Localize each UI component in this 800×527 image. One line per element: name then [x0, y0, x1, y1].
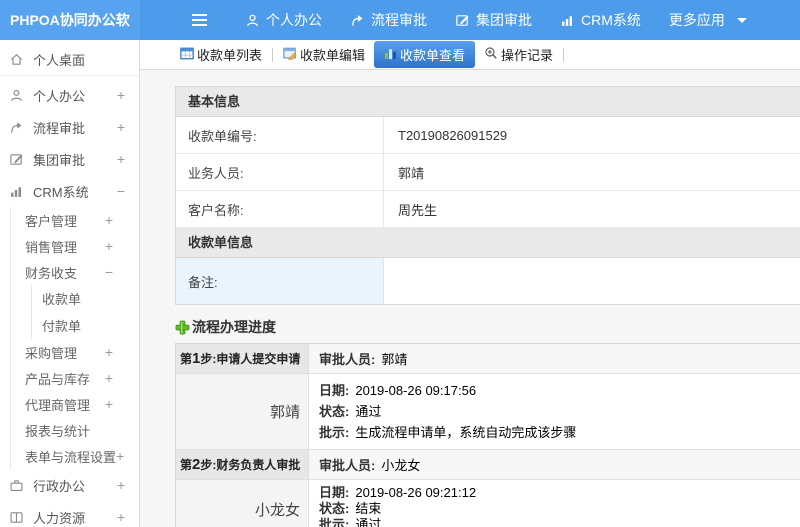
sidebar-item-product-inventory[interactable]: 产品与库存 +	[11, 365, 139, 391]
step-number: 1	[192, 350, 201, 367]
sidebar-item-workflow-approval[interactable]: 流程审批 +	[0, 111, 139, 143]
sidebar-item-payment[interactable]: 付款单	[32, 312, 139, 339]
tabbar: 收款单列表 收款单编辑 收款单查看 操作记录	[140, 40, 800, 70]
tab-separator	[563, 47, 565, 62]
finance-submenu: 收款单 付款单	[31, 285, 139, 339]
process-step-header: 第 1 步:申请人提交申请 审批人员: 郭靖	[176, 344, 800, 374]
step-status: 通过	[355, 404, 382, 419]
sidebar-item-hr[interactable]: 人力资源 +	[0, 501, 139, 527]
process-section-title: 流程办理进度	[175, 317, 800, 337]
sidebar: 个人桌面 个人办公 + 流程审批 + 集团审批 + CRM系统 − 客户管理 +	[0, 40, 140, 527]
customer-name-value: 周先生	[398, 202, 438, 218]
step-status: 结束	[355, 501, 382, 516]
sidebar-item-finance[interactable]: 财务收支 −	[11, 259, 139, 285]
note-value	[384, 258, 800, 304]
person-icon	[245, 13, 260, 28]
receipt-number-value: T20190826091529	[398, 127, 508, 143]
zoom-in-icon	[484, 46, 498, 63]
briefcase-icon	[9, 477, 25, 493]
sidebar-item-agent-mgmt[interactable]: 代理商管理 +	[11, 391, 139, 417]
step-comment: 生成流程申请单，系统自动完成该步骤	[355, 425, 577, 440]
edit-icon	[9, 151, 25, 167]
sidebar-item-receipt[interactable]: 收款单	[32, 285, 139, 312]
chart-blocks-icon	[384, 47, 397, 63]
topbar: PHPOA协同办公软件 个人办公 流程审批 集团审批 CRM系统 更多应用	[0, 0, 800, 68]
sidebar-item-group-approval[interactable]: 集团审批 +	[0, 143, 139, 175]
book-icon	[9, 509, 25, 525]
process-step-header: 第 2 步:财务负责人审批 审批人员: 小龙女	[176, 450, 800, 480]
sidebar-item-purchase[interactable]: 采购管理 +	[11, 339, 139, 365]
receipt-info-header: 收款单信息	[176, 228, 800, 258]
plus-icon	[175, 320, 190, 335]
person-icon	[9, 87, 25, 103]
process-step-detail: 小龙女 日期: 2019-08-26 09:21:12 状态: 结束 批示: 通过	[176, 480, 800, 527]
app-logo: PHPOA协同办公软件	[0, 0, 140, 68]
approver-name: 郭靖	[381, 352, 408, 367]
approver-name: 小龙女	[381, 458, 421, 473]
nav-personal-office[interactable]: 个人办公	[245, 10, 322, 30]
sidebar-item-admin-office[interactable]: 行政办公 +	[0, 469, 139, 501]
edit-icon	[455, 13, 470, 28]
nav-crm[interactable]: CRM系统	[560, 10, 641, 30]
receipt-detail-table: 基本信息 收款单编号: T20190826091529 业务人员: 郭靖 客户名…	[175, 86, 800, 305]
nav-workflow-approval[interactable]: 流程审批	[350, 10, 427, 30]
flow-icon	[9, 119, 25, 135]
content-area: 收款单列表 收款单编辑 收款单查看 操作记录 基本信息 收款单编号: T2019…	[140, 40, 800, 527]
tab-receipt-view[interactable]: 收款单查看	[374, 41, 476, 68]
table-icon	[180, 47, 194, 63]
salesperson-value: 郭靖	[398, 165, 425, 181]
tab-separator	[272, 47, 274, 62]
chart-icon	[9, 183, 25, 199]
sidebar-item-sales-mgmt[interactable]: 销售管理 +	[11, 233, 139, 259]
table-row: 收款单编号: T20190826091529	[176, 117, 800, 154]
step-date: 2019-08-26 09:21:12	[355, 485, 477, 500]
process-table: 第 1 步:申请人提交申请 审批人员: 郭靖 郭靖 日期: 2019-08-26 09…	[175, 343, 800, 527]
sidebar-item-form-flow-settings[interactable]: 表单与流程设置 +	[11, 443, 139, 469]
step-date: 2019-08-26 09:17:56	[355, 383, 477, 398]
flow-icon	[350, 13, 365, 28]
table-row: 备注:	[176, 258, 800, 304]
caret-down-icon	[736, 17, 747, 23]
handler-name: 小龙女	[176, 480, 309, 527]
table-row: 客户名称: 周先生	[176, 191, 800, 228]
table-row: 业务人员: 郭靖	[176, 154, 800, 191]
sidebar-item-personal-desktop[interactable]: 个人桌面	[0, 43, 139, 76]
step-number: 2	[192, 456, 201, 473]
sidebar-item-reports[interactable]: 报表与统计	[11, 417, 139, 443]
step-comment: 通过	[355, 517, 382, 527]
nav-more-apps[interactable]: 更多应用	[669, 10, 747, 30]
main-panel: 基本信息 收款单编号: T20190826091529 业务人员: 郭靖 客户名…	[140, 70, 800, 527]
tab-receipt-list[interactable]: 收款单列表	[175, 42, 267, 67]
tab-operation-log[interactable]: 操作记录	[479, 42, 558, 67]
top-navigation: 个人办公 流程审批 集团审批 CRM系统 更多应用	[245, 10, 775, 30]
basic-info-header: 基本信息	[176, 87, 800, 117]
sidebar-item-customer-mgmt[interactable]: 客户管理 +	[11, 207, 139, 233]
crm-submenu: 客户管理 + 销售管理 + 财务收支 − 收款单 付款单 采购管理 + 产品与库…	[10, 207, 139, 469]
nav-group-approval[interactable]: 集团审批	[455, 10, 532, 30]
sidebar-item-crm[interactable]: CRM系统 −	[0, 175, 139, 207]
handler-name: 郭靖	[176, 374, 309, 449]
tab-receipt-edit[interactable]: 收款单编辑	[278, 42, 370, 67]
chart-icon	[560, 13, 575, 28]
home-icon	[9, 51, 25, 67]
menu-icon[interactable]	[192, 14, 207, 26]
process-step-detail: 郭靖 日期: 2019-08-26 09:17:56 状态: 通过 批示: 生成流程申…	[176, 374, 800, 450]
sidebar-item-personal-office[interactable]: 个人办公 +	[0, 79, 139, 111]
table-edit-icon	[283, 47, 297, 63]
